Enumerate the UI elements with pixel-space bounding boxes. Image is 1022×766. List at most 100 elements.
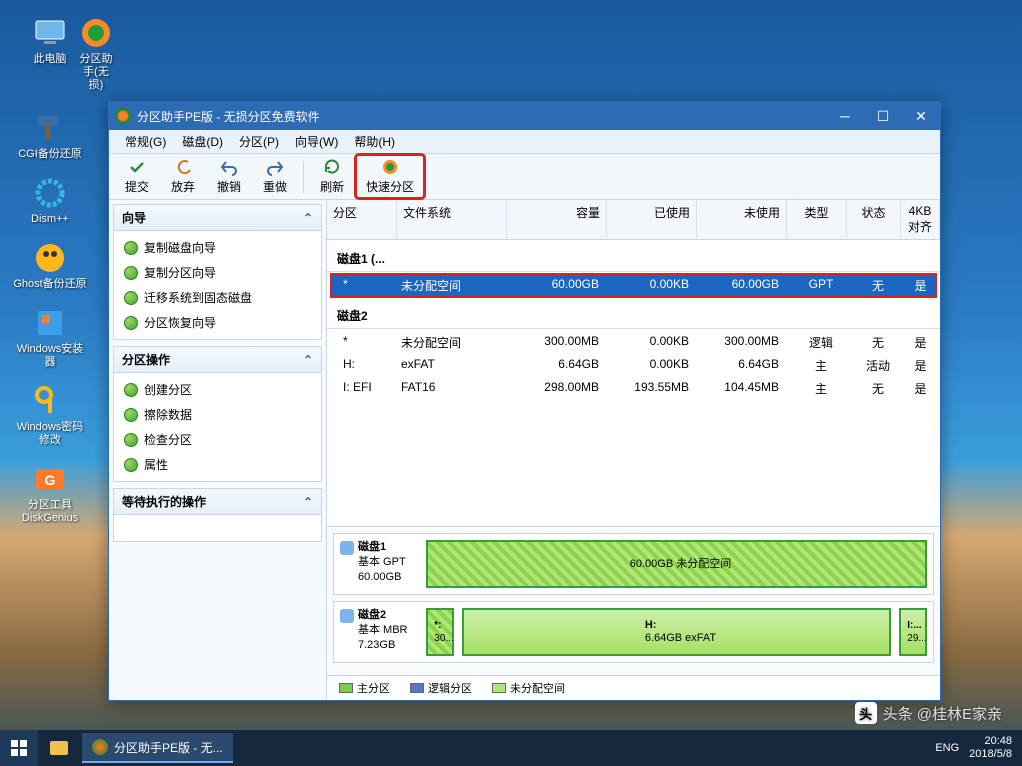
key-icon	[32, 383, 68, 419]
desktop-icon-cgi[interactable]: CGI备份还原	[12, 110, 88, 161]
check-icon	[128, 158, 146, 176]
toutiao-icon: 头	[855, 702, 877, 724]
panel-wizard: 向导 ⌃ 复制磁盘向导 复制分区向导 迁移系统到固态磁盘 分区恢复向导	[113, 204, 322, 340]
col-used[interactable]: 已使用	[607, 200, 697, 239]
panel-ops-title: 分区操作	[122, 351, 170, 368]
partition-icon	[78, 15, 114, 51]
desktop-icon-dism[interactable]: Dism++	[12, 175, 88, 226]
toolbar-redo[interactable]: 重做	[253, 155, 297, 198]
col-status[interactable]: 状态	[847, 200, 901, 239]
op-create-partition[interactable]: 创建分区	[116, 377, 319, 402]
ghost-icon	[32, 240, 68, 276]
desktop-icon-partition-assistant[interactable]: 分区助手(无损)	[78, 15, 114, 92]
folder-icon	[50, 741, 68, 755]
installer-icon	[32, 305, 68, 341]
col-capacity[interactable]: 容量	[507, 200, 607, 239]
col-partition[interactable]: 分区	[327, 200, 397, 239]
left-sidebar: 向导 ⌃ 复制磁盘向导 复制分区向导 迁移系统到固态磁盘 分区恢复向导 分区操作 ⌃…	[109, 200, 327, 700]
menu-disk[interactable]: 磁盘(D)	[174, 131, 231, 152]
disk2-title[interactable]: 磁盘2	[327, 301, 940, 329]
pc-icon	[32, 15, 68, 51]
toolbar-quick-partition[interactable]: 快速分区	[356, 155, 424, 198]
maximize-button[interactable]: ☐	[864, 102, 902, 130]
disk-bar[interactable]: I:...29...	[899, 608, 927, 656]
wizard-icon	[124, 266, 138, 280]
toolbar-refresh[interactable]: 刷新	[310, 155, 354, 198]
op-icon	[124, 433, 138, 447]
table-row[interactable]: *未分配空间300.00MB0.00KB300.00MB逻辑无是	[331, 331, 936, 354]
legend: 主分区 逻辑分区 未分配空间	[327, 675, 940, 700]
menu-wizard[interactable]: 向导(W)	[287, 131, 346, 152]
op-check-partition[interactable]: 检查分区	[116, 427, 319, 452]
op-properties[interactable]: 属性	[116, 452, 319, 477]
disk-icon	[340, 609, 354, 623]
wizard-icon	[124, 241, 138, 255]
taskbar-explorer[interactable]	[40, 733, 78, 763]
taskbar-app[interactable]: 分区助手PE版 - 无...	[82, 733, 233, 763]
tray-clock[interactable]: 20:482018/5/8	[969, 735, 1012, 761]
table-row[interactable]: I: EFIFAT16298.00MB193.55MB104.45MB主无是	[331, 377, 936, 400]
app-window: 分区助手PE版 - 无损分区免费软件 ─ ☐ ✕ 常规(G) 磁盘(D) 分区(…	[108, 101, 941, 701]
menu-general[interactable]: 常规(G)	[117, 131, 174, 152]
desktop-icon-ghost[interactable]: Ghost备份还原	[12, 240, 88, 291]
toolbar-discard[interactable]: 放弃	[161, 155, 205, 198]
start-button[interactable]	[0, 730, 38, 766]
grid-header: 分区 文件系统 容量 已使用 未使用 类型 状态 4KB对齐	[327, 200, 940, 240]
tray-lang[interactable]: ENG	[935, 742, 959, 754]
gear-icon	[32, 175, 68, 211]
disk-map-2[interactable]: 磁盘2基本 MBR7.23GB *:30... H:6.64GB exFAT I…	[333, 601, 934, 663]
table-row[interactable]: H:exFAT6.64GB0.00KB6.64GB主活动是	[331, 354, 936, 377]
panel-partition-ops: 分区操作 ⌃ 创建分区 擦除数据 检查分区 属性	[113, 346, 322, 482]
desktop-icons: 此电脑 分区助手(无损) CGI备份还原 Dism++ Ghost备份还原 Wi…	[12, 15, 88, 525]
watermark: 头 头条 @桂林E家亲	[855, 702, 1002, 724]
disk-bar-unallocated[interactable]: 60.00GB 未分配空间	[426, 540, 927, 588]
col-free[interactable]: 未使用	[697, 200, 787, 239]
collapse-icon[interactable]: ⌃	[303, 495, 313, 509]
disk-map-1[interactable]: 磁盘1基本 GPT60.00GB 60.00GB 未分配空间	[333, 533, 934, 595]
right-pane: 分区 文件系统 容量 已使用 未使用 类型 状态 4KB对齐 磁盘1 (... …	[327, 200, 940, 700]
disk-bar-h[interactable]: H:6.64GB exFAT	[462, 608, 891, 656]
col-4k-align[interactable]: 4KB对齐	[901, 200, 940, 239]
desktop-icon-password[interactable]: Windows密码修改	[12, 383, 88, 447]
titlebar[interactable]: 分区助手PE版 - 无损分区免费软件 ─ ☐ ✕	[109, 102, 940, 130]
close-button[interactable]: ✕	[902, 102, 940, 130]
toolbar-undo[interactable]: 撤销	[207, 155, 251, 198]
desktop-icon-diskgenius[interactable]: G分区工具DiskGenius	[12, 461, 88, 525]
menubar: 常规(G) 磁盘(D) 分区(P) 向导(W) 帮助(H)	[109, 130, 940, 154]
disk-bar[interactable]: *:30...	[426, 608, 454, 656]
table-row[interactable]: * 未分配空间 60.00GB 0.00KB 60.00GB GPT 无 是	[331, 274, 936, 297]
toolbar-commit[interactable]: 提交	[115, 155, 159, 198]
toolbar-separator	[303, 161, 304, 193]
minimize-button[interactable]: ─	[826, 102, 864, 130]
disk1-title[interactable]: 磁盘1 (...	[327, 244, 940, 272]
redo-icon	[266, 158, 284, 176]
menu-help[interactable]: 帮助(H)	[346, 131, 403, 152]
wizard-partition-recovery[interactable]: 分区恢复向导	[116, 310, 319, 335]
desktop-icon-win-installer[interactable]: Windows安装器	[12, 305, 88, 369]
op-icon	[124, 458, 138, 472]
disk-icon	[340, 541, 354, 555]
col-type[interactable]: 类型	[787, 200, 847, 239]
partition-wizard-icon	[381, 158, 399, 176]
grid-body: 磁盘1 (... * 未分配空间 60.00GB 0.00KB 60.00GB …	[327, 240, 940, 526]
windows-icon	[11, 740, 27, 756]
diskgenius-icon: G	[32, 461, 68, 497]
collapse-icon[interactable]: ⌃	[303, 211, 313, 225]
desktop-icon-this-pc[interactable]: 此电脑	[12, 15, 88, 66]
swatch-logical	[410, 683, 424, 693]
wizard-migrate-ssd[interactable]: 迁移系统到固态磁盘	[116, 285, 319, 310]
app-icon	[115, 108, 131, 124]
op-wipe-data[interactable]: 擦除数据	[116, 402, 319, 427]
window-title: 分区助手PE版 - 无损分区免费软件	[137, 108, 826, 125]
menu-partition[interactable]: 分区(P)	[231, 131, 287, 152]
swatch-unallocated	[492, 683, 506, 693]
toolbar: 提交 放弃 撤销 重做 刷新 快速分区	[109, 154, 940, 200]
panel-wizard-title: 向导	[122, 209, 146, 226]
wizard-copy-partition[interactable]: 复制分区向导	[116, 260, 319, 285]
col-filesystem[interactable]: 文件系统	[397, 200, 507, 239]
collapse-icon[interactable]: ⌃	[303, 353, 313, 367]
panel-pending-title: 等待执行的操作	[122, 493, 206, 510]
wizard-icon	[124, 291, 138, 305]
wizard-icon	[124, 316, 138, 330]
wizard-copy-disk[interactable]: 复制磁盘向导	[116, 235, 319, 260]
